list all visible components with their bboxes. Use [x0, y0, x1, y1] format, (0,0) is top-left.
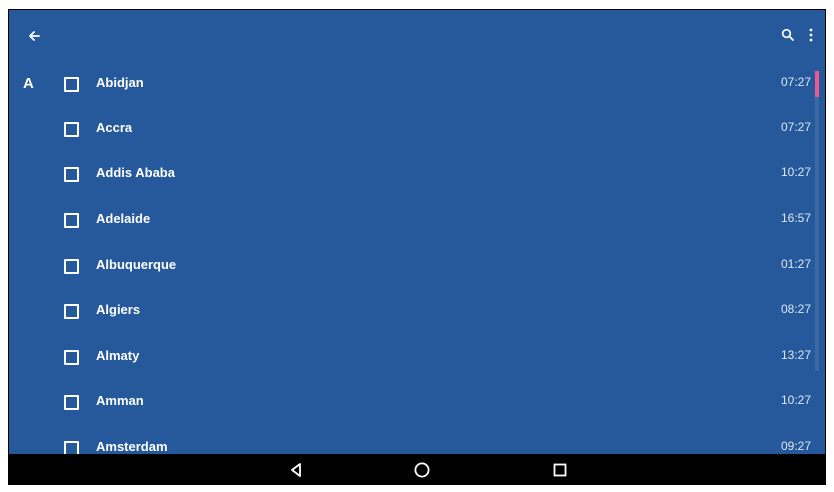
list-item[interactable]: Adelaide 16:57 [9, 198, 825, 244]
more-options-button[interactable] [803, 24, 819, 46]
city-time: 09:27 [780, 439, 811, 453]
checkbox[interactable] [64, 122, 79, 137]
nav-back-button[interactable] [284, 458, 308, 482]
city-time: 01:27 [780, 257, 811, 271]
device-frame: A Abidjan 07:27 Accra 07:27 Addis Ababa … [8, 9, 826, 485]
scrollbar-thumb[interactable] [815, 71, 819, 97]
city-name: Albuquerque [96, 257, 177, 272]
list-item[interactable]: Amsterdam 09:27 [9, 426, 825, 454]
search-icon [781, 28, 794, 41]
checkbox[interactable] [64, 395, 79, 410]
checkbox[interactable] [64, 304, 79, 319]
city-time: 10:27 [780, 165, 811, 179]
list-item[interactable]: Albuquerque 01:27 [9, 244, 825, 290]
city-picker-screen: A Abidjan 07:27 Accra 07:27 Addis Ababa … [9, 10, 825, 454]
city-name: Amman [96, 393, 144, 408]
city-time: 13:27 [780, 348, 811, 362]
list-item[interactable]: Almaty 13:27 [9, 335, 825, 381]
list-item[interactable]: A Abidjan 07:27 [9, 62, 825, 108]
list-item[interactable]: Amman 10:27 [9, 380, 825, 426]
city-list: A Abidjan 07:27 Accra 07:27 Addis Ababa … [9, 62, 825, 454]
more-vertical-icon [809, 28, 813, 42]
city-time: 16:57 [780, 211, 811, 225]
square-recents-icon [553, 463, 567, 477]
list-item[interactable]: Algiers 08:27 [9, 289, 825, 335]
city-name: Algiers [96, 302, 141, 317]
system-navigation-bar [8, 454, 826, 485]
circle-home-icon [414, 462, 430, 478]
city-name: Almaty [96, 348, 140, 363]
city-name: Abidjan [96, 75, 144, 90]
app-bar [9, 10, 825, 62]
checkbox[interactable] [64, 259, 79, 274]
arrow-left-icon [29, 31, 40, 41]
section-letter: A [23, 75, 34, 92]
checkbox[interactable] [64, 167, 79, 182]
checkbox[interactable] [64, 441, 79, 454]
nav-recents-button[interactable] [548, 458, 572, 482]
city-time: 08:27 [780, 302, 811, 316]
checkbox[interactable] [64, 213, 79, 228]
city-name: Adelaide [96, 211, 151, 226]
city-name: Accra [96, 120, 133, 135]
triangle-back-icon [291, 463, 301, 477]
list-item[interactable]: Addis Ababa 10:27 [9, 152, 825, 198]
checkbox[interactable] [64, 350, 79, 365]
checkbox[interactable] [64, 77, 79, 92]
city-time: 07:27 [780, 75, 811, 89]
nav-home-button[interactable] [410, 458, 434, 482]
list-item[interactable]: Accra 07:27 [9, 107, 825, 153]
city-time: 10:27 [780, 393, 811, 407]
back-button[interactable] [21, 24, 47, 48]
search-button[interactable] [777, 24, 799, 46]
city-name: Amsterdam [96, 439, 168, 454]
scrollbar-track[interactable] [815, 71, 819, 371]
city-time: 07:27 [780, 120, 811, 134]
city-name: Addis Ababa [96, 165, 175, 180]
